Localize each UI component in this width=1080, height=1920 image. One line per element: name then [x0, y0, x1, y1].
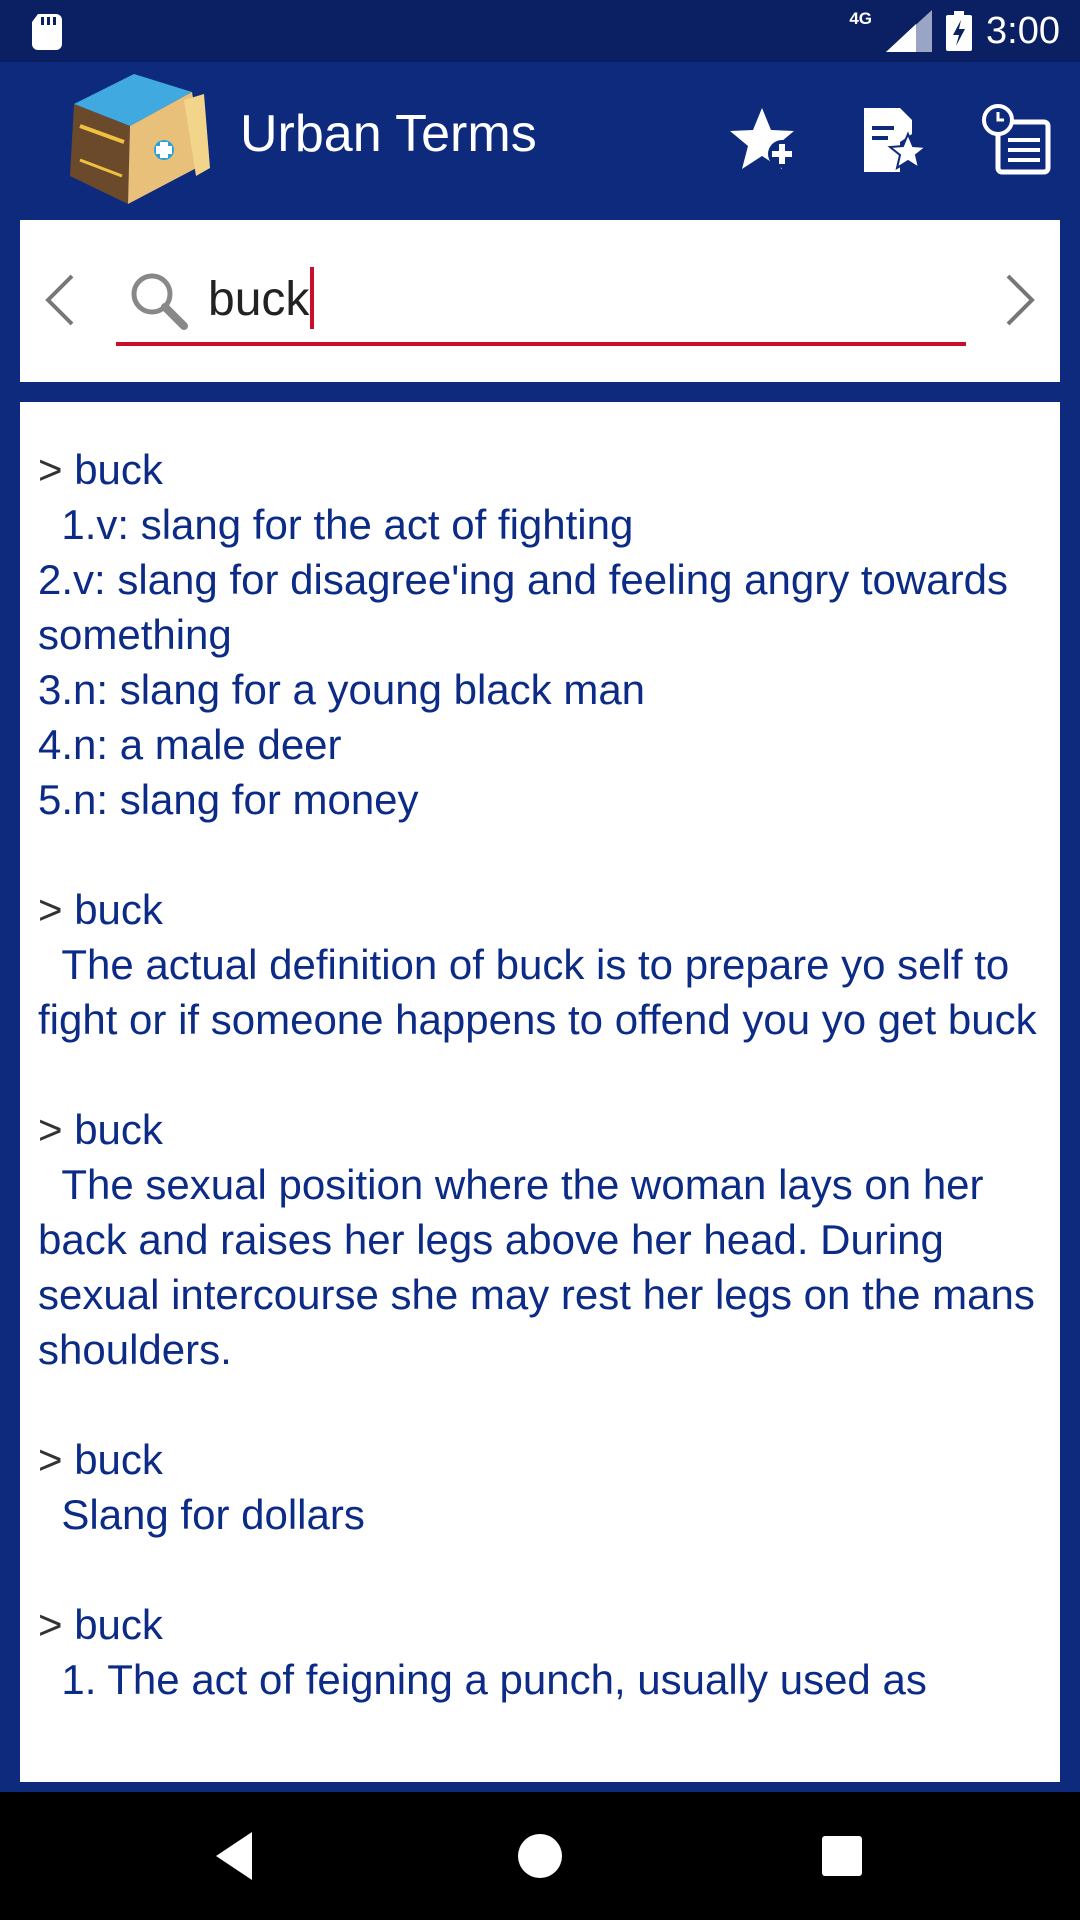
battery-charging-icon	[946, 11, 973, 51]
search-icon	[131, 273, 188, 330]
home-icon[interactable]	[512, 1828, 568, 1884]
status-bar: 4G 3:00	[0, 0, 1080, 62]
text-caret	[310, 267, 315, 330]
status-clock: 3:00	[986, 9, 1060, 52]
next-arrow-icon[interactable]	[1000, 270, 1040, 330]
entry-body: The sexual position where the woman lays…	[38, 1161, 1047, 1373]
entry-body: The actual definition of buck is to prep…	[38, 941, 1037, 1043]
entry-term: > buck	[38, 1106, 163, 1153]
definitions-list[interactable]: > buck 1.v: slang for the act of fightin…	[20, 402, 1060, 1782]
sd-card-icon	[32, 14, 62, 50]
definition-entry: > buck 1.v: slang for the act of fightin…	[38, 442, 1044, 827]
definition-entry: > buck The actual definition of buck is …	[38, 882, 1044, 1047]
favorites-list-icon[interactable]	[856, 104, 928, 176]
signal-icon	[886, 10, 933, 52]
entry-term: > buck	[38, 1601, 163, 1648]
entry-term: > buck	[38, 886, 163, 933]
definition-entry: > buck 1. The act of feigning a punch, u…	[38, 1597, 1044, 1707]
recent-apps-icon[interactable]	[814, 1828, 870, 1884]
search-query-text[interactable]: buck	[208, 267, 315, 333]
back-icon[interactable]	[208, 1828, 264, 1884]
definition-entry: > buck Slang for dollars	[38, 1432, 1044, 1542]
app-bar: Urban Terms	[0, 62, 1080, 212]
entry-term: > buck	[38, 1436, 163, 1483]
app-logo-icon	[70, 74, 210, 204]
search-input[interactable]: buck	[116, 260, 966, 346]
system-nav-bar	[0, 1792, 1080, 1920]
entry-term: > buck	[38, 446, 163, 493]
previous-arrow-icon[interactable]	[40, 270, 80, 330]
entry-body: Slang for dollars	[38, 1491, 365, 1538]
definition-entry: > buck The sexual position where the wom…	[38, 1102, 1044, 1377]
app-title: Urban Terms	[240, 105, 537, 163]
star-add-icon[interactable]	[728, 104, 800, 176]
history-icon[interactable]	[982, 104, 1054, 176]
entry-body: 1.v: slang for the act of fighting 2.v: …	[38, 501, 1008, 823]
network-type-label: 4G	[849, 9, 873, 28]
search-card: buck	[20, 220, 1060, 382]
entry-body: 1. The act of feigning a punch, usually …	[38, 1656, 927, 1703]
